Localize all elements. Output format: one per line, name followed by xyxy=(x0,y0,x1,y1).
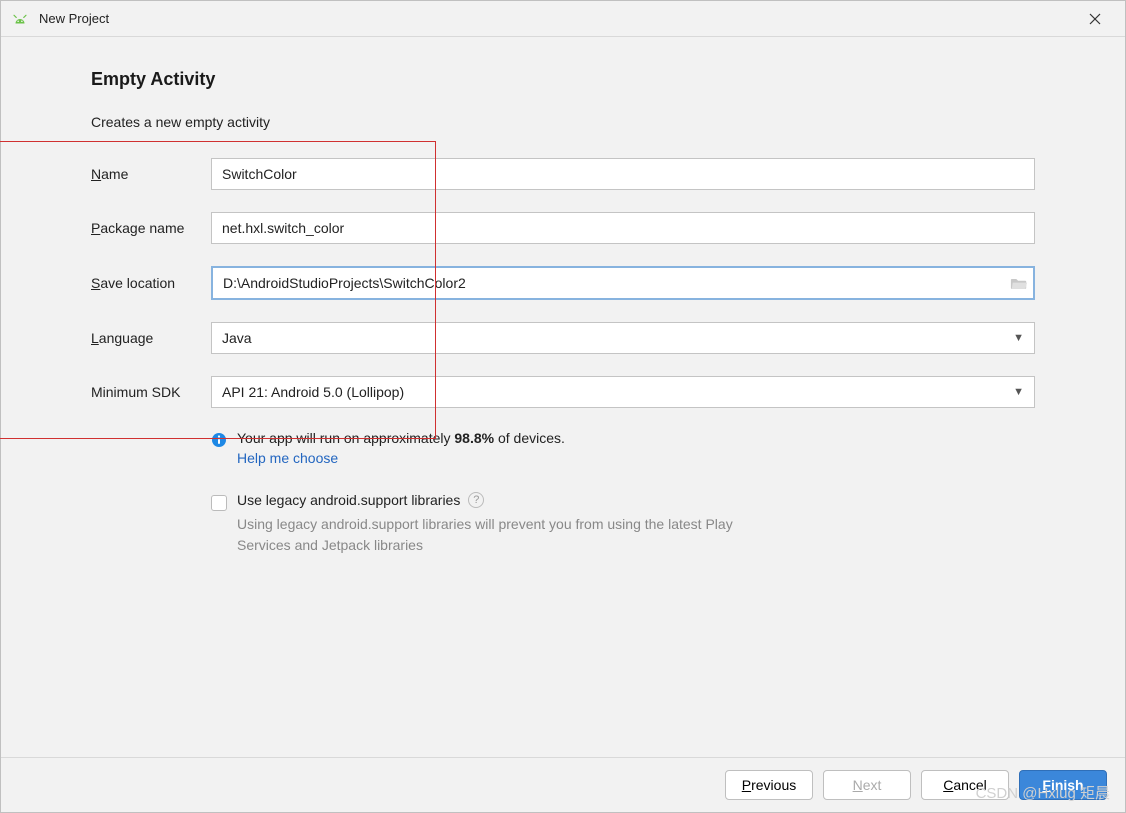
legacy-description: Using legacy android.support libraries w… xyxy=(237,514,737,556)
package-row: Package name xyxy=(91,212,1035,244)
next-button: Next xyxy=(823,770,911,800)
chevron-down-icon: ▼ xyxy=(1013,332,1024,344)
close-icon xyxy=(1089,13,1101,25)
save-location-input[interactable] xyxy=(213,268,1005,298)
page-description: Creates a new empty activity xyxy=(91,114,1035,130)
legacy-libraries-row: Use legacy android.support libraries ? U… xyxy=(91,492,1035,556)
min-sdk-row: Minimum SDK API 21: Android 5.0 (Lollipo… xyxy=(91,376,1035,408)
compatibility-info-row: Your app will run on approximately 98.8%… xyxy=(91,430,1035,466)
help-icon[interactable]: ? xyxy=(468,492,484,508)
language-label: Language xyxy=(91,330,211,346)
new-project-window: New Project Empty Activity Creates a new… xyxy=(0,0,1126,813)
min-sdk-select[interactable]: API 21: Android 5.0 (Lollipop) ▼ xyxy=(211,376,1035,408)
finish-button[interactable]: Finish xyxy=(1019,770,1107,800)
name-label: Name xyxy=(91,166,211,182)
page-title: Empty Activity xyxy=(91,69,1035,90)
min-sdk-value: API 21: Android 5.0 (Lollipop) xyxy=(222,384,404,400)
window-title: New Project xyxy=(39,11,1075,26)
content-area: Empty Activity Creates a new empty activ… xyxy=(1,37,1125,757)
package-input[interactable] xyxy=(211,212,1035,244)
package-label: Package name xyxy=(91,220,211,236)
chevron-down-icon: ▼ xyxy=(1013,386,1024,398)
language-select[interactable]: Java ▼ xyxy=(211,322,1035,354)
compatibility-text: Your app will run on approximately 98.8%… xyxy=(237,430,565,446)
titlebar: New Project xyxy=(1,1,1125,37)
language-value: Java xyxy=(222,330,252,346)
legacy-checkbox[interactable] xyxy=(211,495,227,511)
close-button[interactable] xyxy=(1075,4,1115,34)
cancel-button[interactable]: Cancel xyxy=(921,770,1009,800)
name-row: Name xyxy=(91,158,1035,190)
previous-button[interactable]: Previous xyxy=(725,770,813,800)
help-me-choose-link[interactable]: Help me choose xyxy=(237,450,565,466)
save-location-field xyxy=(211,266,1035,300)
android-studio-icon xyxy=(11,10,29,28)
legacy-label: Use legacy android.support libraries xyxy=(237,492,460,508)
folder-open-icon xyxy=(1010,276,1028,291)
save-location-row: Save location xyxy=(91,266,1035,300)
min-sdk-label: Minimum SDK xyxy=(91,384,211,400)
footer: Previous Next Cancel Finish xyxy=(1,757,1125,812)
save-location-label: Save location xyxy=(91,275,211,291)
info-icon xyxy=(211,432,227,453)
language-row: Language Java ▼ xyxy=(91,322,1035,354)
browse-folder-button[interactable] xyxy=(1005,276,1033,291)
name-input[interactable] xyxy=(211,158,1035,190)
